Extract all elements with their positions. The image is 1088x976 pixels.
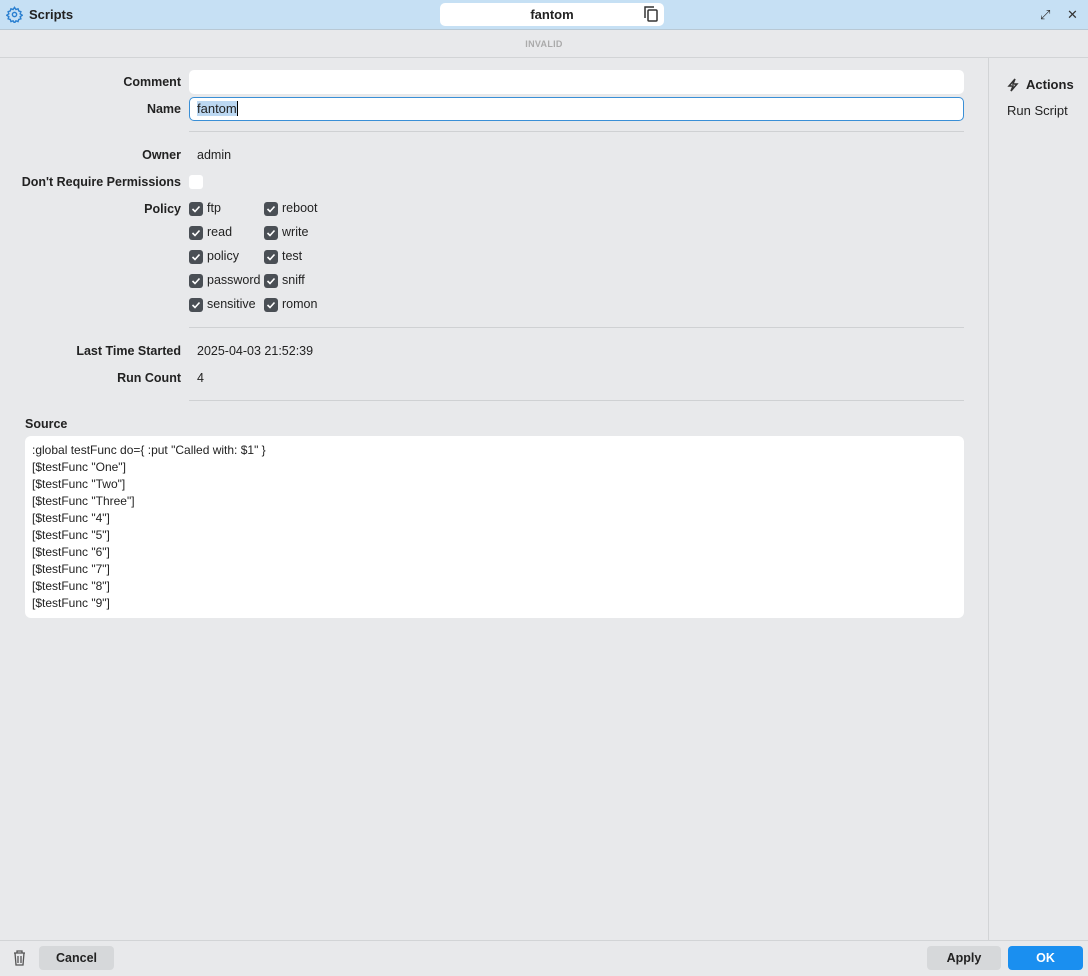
- window-title: Scripts: [29, 7, 74, 22]
- last-started-value: 2025-04-03 21:52:39: [197, 344, 314, 358]
- record-title-text: fantom: [530, 7, 574, 22]
- name-value: fantom: [197, 101, 237, 116]
- policy-checkbox-ftp[interactable]: [189, 202, 203, 216]
- source-line: [$testFunc "8"]: [32, 579, 110, 593]
- maximize-icon[interactable]: ⤢: [1040, 7, 1050, 23]
- policy-checkbox-policy[interactable]: [189, 250, 203, 264]
- source-line: [$testFunc "Three"]: [32, 494, 135, 508]
- run-script-link[interactable]: Run Script: [1007, 103, 1068, 118]
- lightning-icon: [1007, 78, 1019, 92]
- footer: Cancel Apply OK: [0, 940, 1088, 976]
- status-text: INVALID: [0, 31, 1088, 58]
- cancel-button[interactable]: Cancel: [39, 946, 114, 970]
- policy-label: write: [282, 225, 309, 239]
- copy-icon[interactable]: [644, 6, 658, 22]
- name-label: Name: [146, 102, 181, 116]
- ok-button[interactable]: OK: [1008, 946, 1083, 970]
- policy-checkbox-sniff[interactable]: [264, 274, 278, 288]
- owner-label: Owner: [142, 148, 181, 162]
- divider: [189, 327, 964, 328]
- owner-value: admin: [197, 148, 232, 162]
- close-icon[interactable]: ✕: [1067, 7, 1078, 23]
- policy-checkbox-write[interactable]: [264, 226, 278, 240]
- policy-label: reboot: [282, 201, 318, 215]
- policy-checkbox-romon[interactable]: [264, 298, 278, 312]
- source-label: Source: [25, 417, 68, 431]
- actions-panel: Actions Run Script: [988, 58, 1088, 940]
- apply-button[interactable]: Apply: [927, 946, 1001, 970]
- source-line: [$testFunc "One"]: [32, 460, 126, 474]
- source-line: [$testFunc "9"]: [32, 596, 110, 610]
- policy-checkbox-password[interactable]: [189, 274, 203, 288]
- divider: [189, 131, 964, 132]
- dont-require-permissions-label: Don't Require Permissions: [21, 175, 181, 189]
- policy-label: policy: [207, 249, 239, 263]
- source-line: [$testFunc "6"]: [32, 545, 110, 559]
- policy-label: sniff: [282, 273, 305, 287]
- policy-label: test: [282, 249, 303, 263]
- name-input[interactable]: fantom: [189, 97, 964, 121]
- gear-icon: [6, 6, 23, 23]
- trash-icon[interactable]: [13, 950, 26, 966]
- run-count-label: Run Count: [117, 371, 181, 385]
- source-editor[interactable]: :global testFunc do={ :put "Called with:…: [25, 436, 964, 618]
- policy-label: sensitive: [207, 297, 256, 311]
- policy-label: password: [207, 273, 261, 287]
- source-line: [$testFunc "5"]: [32, 528, 110, 542]
- run-count-value: 4: [197, 371, 204, 385]
- title-bar: Scripts fantom ⤢ ✕: [0, 0, 1088, 30]
- policy-checkbox-sensitive[interactable]: [189, 298, 203, 312]
- last-started-label: Last Time Started: [76, 344, 181, 358]
- dont-require-permissions-checkbox[interactable]: [189, 175, 203, 189]
- policy-label: ftp: [207, 201, 221, 215]
- record-title: fantom: [440, 3, 664, 26]
- source-line: :global testFunc do={ :put "Called with:…: [32, 443, 266, 457]
- policy-checkbox-test[interactable]: [264, 250, 278, 264]
- policy-checkbox-reboot[interactable]: [264, 202, 278, 216]
- policy-label: read: [207, 225, 233, 239]
- policy-checkbox-read[interactable]: [189, 226, 203, 240]
- source-line: [$testFunc "7"]: [32, 562, 110, 576]
- source-line: [$testFunc "4"]: [32, 511, 110, 525]
- comment-input[interactable]: [189, 70, 964, 94]
- source-line: [$testFunc "Two"]: [32, 477, 126, 491]
- divider: [189, 400, 964, 401]
- comment-label: Comment: [123, 75, 181, 89]
- policy-label: romon: [282, 297, 318, 311]
- policy-label: Policy: [144, 202, 181, 216]
- actions-heading: Actions: [1026, 77, 1074, 92]
